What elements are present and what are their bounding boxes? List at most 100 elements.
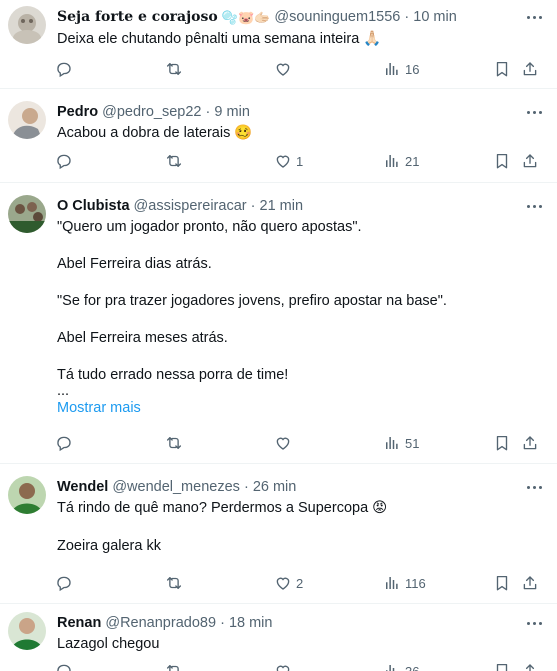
retweet-button[interactable] <box>165 661 183 671</box>
more-icon[interactable] <box>525 105 545 119</box>
bookmark-button[interactable] <box>493 59 511 79</box>
avatar[interactable] <box>8 476 46 514</box>
tweet-text: "Quero um jogador pronto, não quero apos… <box>57 218 527 417</box>
retweet-icon <box>165 60 183 78</box>
timestamp[interactable]: 10 min <box>413 9 457 25</box>
tweet-header: Renan @Renanprado89 · 18 min <box>57 614 517 632</box>
tweet-souninguem[interactable]: Seja forte e corajoso 🫧🐷🫱🏻 @souninguem15… <box>0 0 557 89</box>
reply-button[interactable] <box>55 661 73 671</box>
views-button[interactable]: 16 <box>383 59 419 79</box>
timestamp[interactable]: 18 min <box>229 615 273 631</box>
views-button[interactable]: 51 <box>383 433 419 453</box>
separator-dot: · <box>250 198 256 214</box>
separator-dot: · <box>243 479 249 495</box>
like-button[interactable]: 2 <box>274 573 303 593</box>
more-icon[interactable] <box>525 480 545 494</box>
user-handle[interactable]: @assispereiracar <box>134 198 247 214</box>
timestamp[interactable]: 26 min <box>253 479 297 495</box>
views-icon <box>383 60 401 78</box>
reply-button[interactable] <box>55 573 73 593</box>
timestamp[interactable]: 21 min <box>260 198 304 214</box>
retweet-icon <box>165 434 183 452</box>
like-icon <box>274 574 292 592</box>
retweet-button[interactable] <box>165 59 183 79</box>
share-button[interactable] <box>521 433 539 453</box>
reply-feed: Seja forte e corajoso 🫧🐷🫱🏻 @souninguem15… <box>0 0 557 671</box>
display-name[interactable]: Pedro <box>57 104 98 120</box>
display-name[interactable]: O Clubista <box>57 198 130 214</box>
tweet-paragraph: "Quero um jogador pronto, não quero apos… <box>57 219 362 235</box>
bookmark-icon <box>493 662 511 671</box>
retweet-button[interactable] <box>165 573 183 593</box>
share-button[interactable] <box>521 59 539 79</box>
views-icon <box>383 434 401 452</box>
display-name[interactable]: Renan <box>57 615 101 631</box>
reply-icon <box>55 60 73 78</box>
share-button[interactable] <box>521 573 539 593</box>
bookmark-button[interactable] <box>493 433 511 453</box>
like-count: 2 <box>296 575 304 591</box>
reply-icon <box>55 152 73 170</box>
like-count: 1 <box>296 153 304 169</box>
bookmark-button[interactable] <box>493 151 511 171</box>
more-icon[interactable] <box>525 616 545 630</box>
views-count: 21 <box>405 153 420 169</box>
tweet-o-clubista[interactable]: O Clubista @assispereiracar · 21 min "Qu… <box>0 183 557 464</box>
name-emojis: 🫧🐷🫱🏻 <box>221 10 271 25</box>
display-name[interactable]: Wendel <box>57 479 108 495</box>
tweet-text: Deixa ele chutando pênalti uma semana in… <box>57 30 527 48</box>
user-handle[interactable]: @pedro_sep22 <box>102 104 201 120</box>
share-icon <box>521 152 539 170</box>
reply-icon <box>55 574 73 592</box>
avatar[interactable] <box>8 612 46 650</box>
display-name[interactable]: Seja forte e corajoso <box>57 9 218 25</box>
views-count: 51 <box>405 435 420 451</box>
bookmark-icon <box>493 60 511 78</box>
like-icon <box>274 152 292 170</box>
like-icon <box>274 60 292 78</box>
timestamp[interactable]: 9 min <box>214 104 249 120</box>
tweet-header: O Clubista @assispereiracar · 21 min <box>57 197 517 215</box>
show-more-link[interactable]: Mostrar mais <box>57 399 527 417</box>
tweet-paragraph: Tá tudo errado nessa porra de time! <box>57 367 289 383</box>
tweet-renan[interactable]: Renan @Renanprado89 · 18 min Lazagol che… <box>0 604 557 671</box>
reply-button[interactable] <box>55 59 73 79</box>
like-icon <box>274 434 292 452</box>
user-handle[interactable]: @wendel_menezes <box>112 479 240 495</box>
reply-button[interactable] <box>55 151 73 171</box>
tweet-header: Seja forte e corajoso 🫧🐷🫱🏻 @souninguem15… <box>57 8 517 27</box>
views-button[interactable]: 21 <box>383 151 419 171</box>
reply-button[interactable] <box>55 433 73 453</box>
avatar[interactable] <box>8 6 46 44</box>
bookmark-icon <box>493 574 511 592</box>
share-button[interactable] <box>521 151 539 171</box>
bookmark-button[interactable] <box>493 661 511 671</box>
views-button[interactable]: 116 <box>383 573 426 593</box>
tweet-wendel[interactable]: Wendel @wendel_menezes · 26 min Tá rindo… <box>0 464 557 604</box>
reply-icon <box>55 434 73 452</box>
views-count: 116 <box>405 575 426 591</box>
more-icon[interactable] <box>525 10 545 24</box>
user-handle[interactable]: @Renanprado89 <box>105 615 216 631</box>
tweet-paragraph: Deixa ele chutando pênalti uma semana in… <box>57 31 382 47</box>
views-button[interactable]: 36 <box>383 661 419 671</box>
share-button[interactable] <box>521 661 539 671</box>
tweet-text: Acabou a dobra de laterais 🥴 <box>57 124 527 142</box>
avatar[interactable] <box>8 101 46 139</box>
bookmark-button[interactable] <box>493 573 511 593</box>
tweet-paragraph: Acabou a dobra de laterais 🥴 <box>57 125 253 141</box>
retweet-button[interactable] <box>165 151 183 171</box>
retweet-icon <box>165 574 183 592</box>
avatar[interactable] <box>8 195 46 233</box>
like-button[interactable] <box>274 661 292 671</box>
tweet-pedro[interactable]: Pedro @pedro_sep22 · 9 min Acabou a dobr… <box>0 89 557 183</box>
more-icon[interactable] <box>525 199 545 213</box>
like-button[interactable] <box>274 433 292 453</box>
tweet-actions: 16 <box>55 59 543 79</box>
retweet-icon <box>165 152 183 170</box>
share-icon <box>521 574 539 592</box>
like-button[interactable]: 1 <box>274 151 303 171</box>
like-button[interactable] <box>274 59 292 79</box>
retweet-button[interactable] <box>165 433 183 453</box>
user-handle[interactable]: @souninguem1556 <box>274 9 400 25</box>
